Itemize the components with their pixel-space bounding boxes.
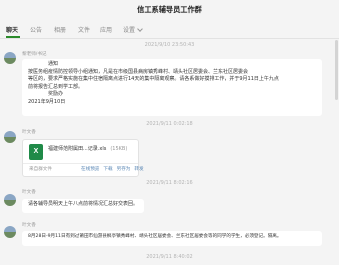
title-bar: 信工系辅导员工作群 bbox=[0, 0, 339, 20]
message-text: 8月28日-9月11日有到过莆田市仙游县枫亭镇秀峰村、靖头社区居委会、兰东社区居… bbox=[28, 234, 282, 239]
tab-chat[interactable]: 聊天 bbox=[6, 25, 18, 34]
file-size: (15KB) bbox=[110, 146, 128, 152]
avatar[interactable] bbox=[4, 226, 16, 238]
timestamp: 2021/9/11 8:02:16 bbox=[146, 180, 193, 186]
timestamp: 2021/9/11 8:40:02 bbox=[146, 254, 193, 260]
chat-scrollbar[interactable] bbox=[335, 40, 338, 100]
file-name: 福建师范附属田...记录.xls (15KB) bbox=[48, 145, 127, 152]
file-source: 来自群文件 bbox=[29, 167, 52, 172]
tab-apps[interactable]: 应用 bbox=[100, 25, 112, 34]
avatar[interactable] bbox=[4, 52, 16, 64]
tab-announcement[interactable]: 公告 bbox=[30, 25, 42, 34]
active-tab-indicator bbox=[6, 36, 20, 38]
sender-name: 叶文香 bbox=[22, 130, 36, 135]
forward-link[interactable]: 转发 bbox=[134, 167, 143, 172]
timestamp: 2021/9/11 0:02:18 bbox=[146, 121, 193, 127]
tab-files[interactable]: 文件 bbox=[78, 25, 90, 34]
tab-settings[interactable]: 设置 bbox=[123, 25, 143, 34]
message-line: 前将报告汇总到学工部。 bbox=[28, 83, 84, 90]
divider bbox=[23, 163, 138, 164]
save-as-link[interactable]: 另存为 bbox=[117, 167, 131, 172]
avatar[interactable] bbox=[4, 131, 16, 143]
message-bubble: 通知 按医务组疫情防控领导小组通知，凡是在市级国县病房镇秀峰村、靖头社区居委会、… bbox=[22, 59, 322, 116]
message-text: 请各辅导员明天上午八点前将情况汇总好交表回。 bbox=[28, 201, 139, 207]
file-card[interactable]: X 福建师范附属田...记录.xls (15KB) 来自群文件 在线预览 下载 另存为… bbox=[22, 139, 144, 177]
sender-name: 叶文香 bbox=[22, 223, 36, 228]
tab-bar: 聊天 公告 相册 文件 应用 设置 bbox=[0, 20, 339, 39]
preview-link[interactable]: 在线预览 bbox=[81, 167, 99, 172]
file-name-text: 福建师范附属田...记录.xls bbox=[48, 146, 107, 152]
sender-name: 叶文香 bbox=[22, 190, 36, 195]
message-line: 通知 bbox=[48, 61, 59, 67]
message-bubble: 8月28日-9月11日有到过莆田市仙游县枫亭镇秀峰村、靖头社区居委会、兰东社区居… bbox=[22, 231, 322, 246]
tab-album[interactable]: 相册 bbox=[54, 25, 66, 34]
file-actions: 在线预览 下载 另存为 转发 bbox=[81, 166, 148, 172]
tab-settings-label: 设置 bbox=[123, 27, 136, 34]
timestamp: 2021/9/10 23:50:43 bbox=[144, 42, 195, 48]
download-link[interactable]: 下载 bbox=[103, 167, 112, 172]
excel-file-icon: X bbox=[29, 144, 43, 160]
group-title: 信工系辅导员工作群 bbox=[137, 5, 202, 14]
chevron-down-icon bbox=[137, 26, 143, 32]
avatar[interactable] bbox=[4, 194, 16, 206]
message-bubble: 请各辅导员明天上午八点前将情况汇总好交表回。 bbox=[22, 199, 145, 213]
message-line: 2021年9月10日 bbox=[28, 98, 66, 105]
message-line: 等区的，要求严格实施在集中住宿隔离点进行14天的集中隔离观察。请各系做好摸排工作… bbox=[28, 76, 279, 83]
message-line: 奖励办 bbox=[48, 91, 64, 98]
sender-name: 黎老师/书记 bbox=[22, 52, 47, 57]
